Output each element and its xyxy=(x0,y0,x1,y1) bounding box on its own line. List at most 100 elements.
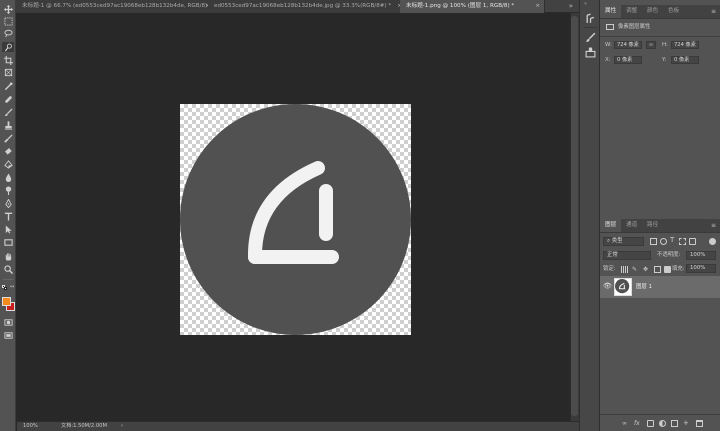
layer-row[interactable]: 👁 图层 1 xyxy=(600,276,720,298)
status-arrow-icon[interactable]: › xyxy=(121,422,123,431)
panel-menu-icon[interactable]: ≡ xyxy=(711,5,716,18)
delete-layer-icon[interactable] xyxy=(696,420,703,427)
eyedropper-icon[interactable] xyxy=(2,81,14,91)
clone-source-icon[interactable] xyxy=(585,47,596,58)
tab-layers[interactable]: 图层 xyxy=(600,219,622,232)
layer-name[interactable]: 图层 1 xyxy=(636,283,652,291)
x-field[interactable]: 0 像素 xyxy=(614,56,642,64)
panel-menu-icon[interactable]: ≡ xyxy=(711,219,716,232)
blur-icon[interactable] xyxy=(2,172,14,182)
swap-colors-icon[interactable]: ↔ xyxy=(10,285,15,290)
lock-all-icon[interactable] xyxy=(664,266,671,273)
scrollbar-thumb[interactable] xyxy=(571,16,578,416)
foreground-color-swatch[interactable] xyxy=(2,297,11,306)
properties-section-title: 像素图层属性 xyxy=(618,24,651,30)
zoom-level[interactable]: 100% xyxy=(23,422,38,431)
filter-shape-icon[interactable] xyxy=(679,238,686,245)
marquee-icon[interactable] xyxy=(2,16,14,26)
new-layer-icon[interactable]: + xyxy=(683,420,690,427)
lock-position-icon[interactable]: ✥ xyxy=(643,266,650,273)
layer-style-icon[interactable]: fx xyxy=(634,420,641,427)
eye-icon[interactable]: 👁 xyxy=(603,282,612,290)
filter-smart-object-icon[interactable] xyxy=(689,238,696,245)
panel-divider xyxy=(600,36,720,37)
tab-jpg-document[interactable]: ed0553ced97ac19068eb128b132b4de.jpg @ 33… xyxy=(208,0,407,13)
collapse-icon[interactable]: » xyxy=(584,2,597,7)
move-icon[interactable] xyxy=(2,4,14,14)
eraser-icon[interactable] xyxy=(2,146,14,156)
zoom-icon[interactable] xyxy=(2,264,14,274)
filter-pixel-icon[interactable] xyxy=(650,238,657,245)
artwork-circle xyxy=(180,104,411,335)
filter-kind-value: 类型 xyxy=(611,238,623,244)
quick-mask-icon[interactable] xyxy=(2,317,14,327)
brush-icon[interactable] xyxy=(2,107,14,117)
lock-transparent-icon[interactable] xyxy=(621,266,628,273)
hand-icon[interactable] xyxy=(2,251,14,261)
filter-kind-select[interactable]: ⌕ 类型 xyxy=(603,237,644,246)
clone-stamp-icon[interactable] xyxy=(2,120,14,130)
tabs-overflow-icon[interactable]: » xyxy=(569,0,573,13)
tab-untitled-1[interactable]: 未标题-1 @ 66.7% (ed0553ced97ac19068eb128b1… xyxy=(16,0,215,13)
link-icon[interactable]: ∞ xyxy=(646,41,656,49)
new-group-icon[interactable] xyxy=(671,420,678,427)
pen-icon[interactable] xyxy=(2,198,14,208)
rectangle-icon[interactable] xyxy=(2,237,14,247)
tab-properties[interactable]: 属性 xyxy=(600,5,622,18)
type-icon[interactable] xyxy=(2,211,14,221)
opacity-label: 不透明度: xyxy=(657,252,681,258)
lock-artboard-icon[interactable] xyxy=(654,266,661,273)
dock-divider xyxy=(584,27,597,28)
width-label: W: xyxy=(605,42,612,48)
document-tab-bar: 未标题-1 @ 66.7% (ed0553ced97ac19068eb128b1… xyxy=(16,0,579,13)
blend-mode-select[interactable]: 正常 xyxy=(603,251,651,260)
panel-dock: » xyxy=(579,0,600,431)
lock-pixels-icon[interactable]: ✎ xyxy=(632,266,639,273)
tab-channels[interactable]: 通道 xyxy=(621,219,642,232)
fill-field[interactable]: 100% xyxy=(686,264,716,273)
gradient-icon[interactable] xyxy=(2,159,14,169)
adjustment-layer-icon[interactable] xyxy=(659,420,666,427)
default-colors-icon[interactable] xyxy=(2,285,8,291)
add-mask-icon[interactable] xyxy=(647,420,654,427)
healing-brush-icon[interactable] xyxy=(2,94,14,104)
height-field[interactable]: 724 像素 xyxy=(671,41,699,49)
link-layers-icon[interactable]: ∞ xyxy=(622,420,629,427)
filter-toggle-icon[interactable] xyxy=(709,238,716,245)
lasso-icon[interactable] xyxy=(2,28,14,38)
tab-paths[interactable]: 路径 xyxy=(642,219,663,232)
path-select-icon[interactable] xyxy=(2,224,14,234)
filter-adjustment-icon[interactable] xyxy=(660,238,667,245)
layer-thumbnail xyxy=(614,278,632,296)
history-brush-icon[interactable] xyxy=(2,133,14,143)
tab-adjustments[interactable]: 调整 xyxy=(621,5,642,18)
pixel-layer-icon xyxy=(606,24,614,30)
tab-untitled-1-png[interactable]: 未标题-1.png @ 100% (图层 1, RGB/8) * × xyxy=(400,0,545,13)
crop-icon[interactable] xyxy=(2,55,14,65)
tab-label: 未标题-1 @ 66.7% (ed0553ced97ac19068eb128b1… xyxy=(22,3,212,9)
tab-label: ed0553ced97ac19068eb128b132b4de.jpg @ 33… xyxy=(214,3,392,9)
screen-mode-icon[interactable] xyxy=(2,330,14,340)
filter-type-icon[interactable]: T xyxy=(670,236,677,244)
frame-icon[interactable] xyxy=(2,67,14,77)
toolbar-divider xyxy=(3,279,13,280)
document-size[interactable]: 文档:1.50M/2.00M xyxy=(61,422,107,431)
tab-label: 未标题-1.png @ 100% (图层 1, RGB/8) * xyxy=(406,3,515,9)
dodge-icon[interactable] xyxy=(2,185,14,195)
status-bar: 100% 文档:1.50M/2.00M › xyxy=(17,421,579,431)
width-field[interactable]: 724 像素 xyxy=(614,41,642,49)
panel-divider xyxy=(600,414,720,415)
y-label: Y: xyxy=(662,57,667,63)
x-label: X: xyxy=(605,57,611,63)
close-icon[interactable]: × xyxy=(535,0,540,13)
document-canvas[interactable] xyxy=(180,104,411,335)
height-label: H: xyxy=(662,42,668,48)
history-icon[interactable] xyxy=(585,13,596,24)
brush-settings-icon[interactable] xyxy=(585,32,596,43)
tab-color[interactable]: 颜色 xyxy=(642,5,663,18)
opacity-field[interactable]: 100% xyxy=(686,251,716,260)
tab-swatches[interactable]: 色板 xyxy=(663,5,684,18)
y-field[interactable]: 0 像素 xyxy=(671,56,699,64)
right-panels: 属性 调整 颜色 色板 ≡ 像素图层属性 W: 724 像素 ∞ H: 724 … xyxy=(600,0,720,431)
quick-select-icon[interactable] xyxy=(2,42,14,52)
